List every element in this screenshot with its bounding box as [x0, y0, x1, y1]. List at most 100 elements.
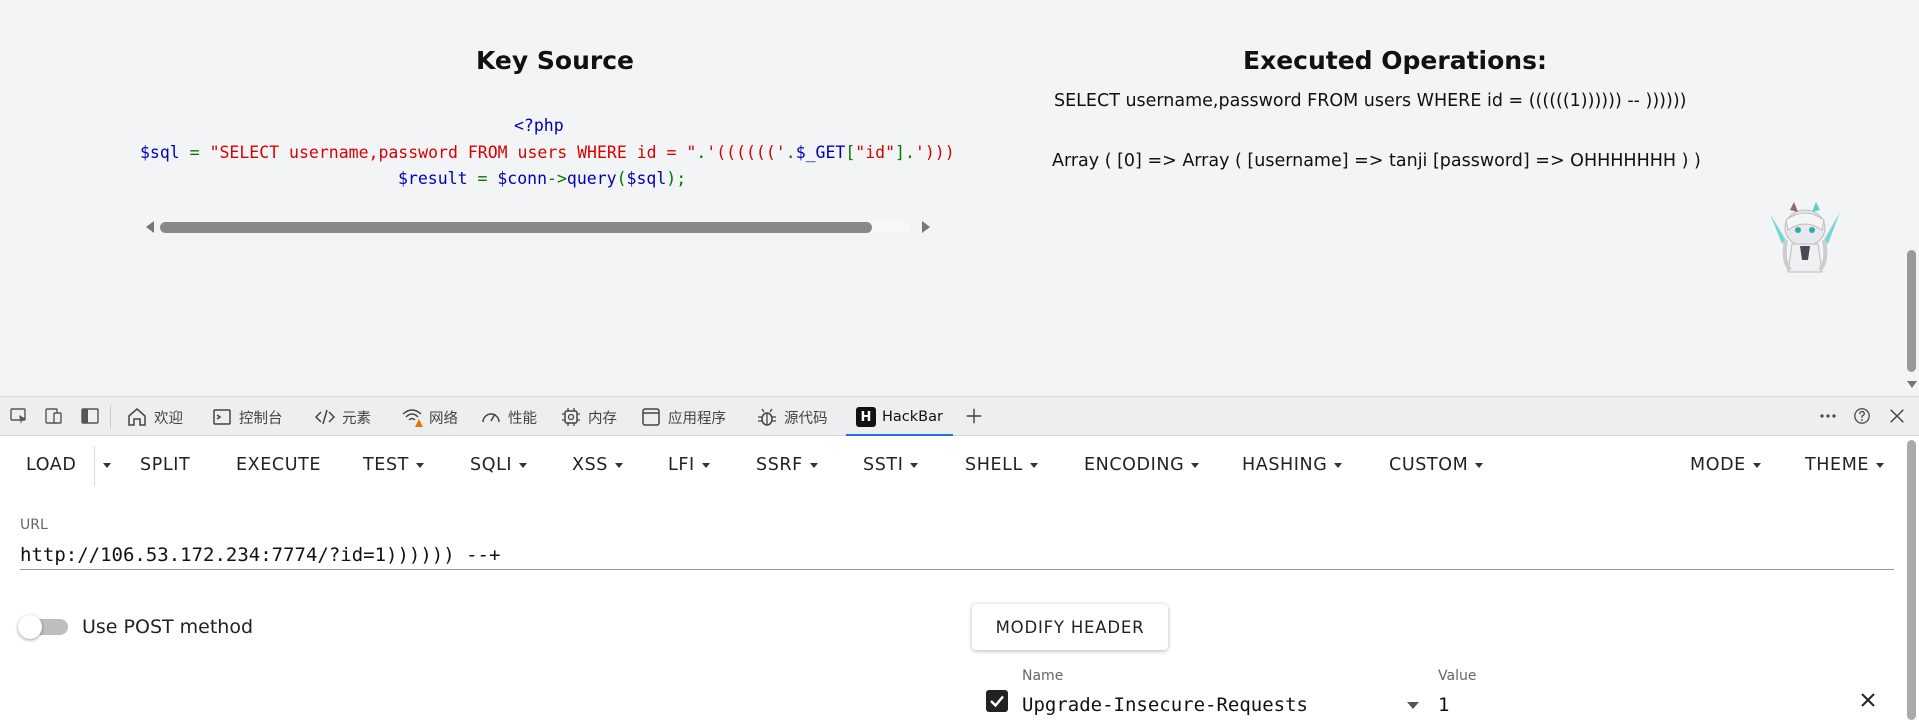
- header-name-label: Name: [1022, 668, 1064, 684]
- xss-menu[interactable]: XSS: [572, 455, 624, 475]
- url-input[interactable]: [20, 540, 1894, 570]
- load-options-chevron-down-icon[interactable]: [103, 463, 111, 468]
- chevron-down-icon: [809, 462, 818, 468]
- tab-network[interactable]: 网络: [395, 397, 464, 437]
- wifi-warning-icon: [402, 409, 423, 427]
- more-options-icon[interactable]: [1818, 407, 1838, 425]
- scroll-right-icon[interactable]: [922, 221, 930, 233]
- scroll-down-icon[interactable]: [1907, 381, 1917, 388]
- code-line-sql: $sql = "SELECT username,password FROM us…: [140, 143, 955, 162]
- theme-menu[interactable]: THEME: [1805, 455, 1885, 475]
- tab-memory[interactable]: 内存: [554, 397, 623, 437]
- bug-icon: [758, 408, 776, 426]
- toggle-knob: [18, 615, 42, 639]
- tab-label: 元素: [342, 410, 371, 427]
- chevron-down-icon: [1475, 462, 1484, 468]
- mode-menu[interactable]: MODE: [1690, 455, 1761, 475]
- load-button[interactable]: LOAD: [26, 455, 76, 475]
- hackbar-panel: LOAD SPLIT EXECUTE TEST SQLI XSS LFI SSR…: [0, 436, 1919, 723]
- tab-welcome[interactable]: 欢迎: [120, 397, 189, 437]
- code-token: );: [666, 169, 687, 188]
- scroll-left-icon[interactable]: [146, 221, 154, 233]
- encoding-menu[interactable]: ENCODING: [1084, 455, 1200, 475]
- chevron-down-icon: [701, 462, 710, 468]
- ssrf-label: SSRF: [756, 455, 803, 475]
- ssti-label: SSTI: [863, 455, 904, 475]
- tab-label: 应用程序: [668, 410, 726, 427]
- code-token: .: [904, 143, 915, 162]
- ssti-menu[interactable]: SSTI: [863, 455, 919, 475]
- tab-label: 控制台: [239, 410, 283, 427]
- executed-result-text: Array ( [0] => Array ( [username] => tan…: [1052, 151, 1701, 171]
- dock-side-icon[interactable]: [80, 407, 100, 425]
- shell-menu[interactable]: SHELL: [965, 455, 1038, 475]
- tab-label: 源代码: [784, 410, 828, 427]
- lfi-menu[interactable]: LFI: [668, 455, 710, 475]
- post-method-toggle[interactable]: [18, 615, 68, 639]
- close-devtools-icon[interactable]: [1887, 407, 1907, 425]
- executed-query-text: SELECT username,password FROM users WHER…: [1054, 91, 1687, 111]
- execute-button[interactable]: EXECUTE: [236, 455, 321, 475]
- tab-label: 欢迎: [154, 410, 183, 427]
- encoding-label: ENCODING: [1084, 455, 1185, 475]
- lfi-label: LFI: [668, 455, 695, 475]
- scroll-thumb[interactable]: [1907, 440, 1916, 720]
- tab-performance[interactable]: 性能: [474, 397, 543, 437]
- code-line-query: $result = $conn->query($sql);: [398, 169, 686, 188]
- add-tab-icon[interactable]: [964, 407, 984, 425]
- hashing-menu[interactable]: HASHING: [1242, 455, 1343, 475]
- header-name-field[interactable]: Upgrade-Insecure-Requests: [1022, 694, 1308, 716]
- tab-label: 内存: [588, 410, 617, 427]
- mode-label: MODE: [1690, 455, 1746, 475]
- hashing-label: HASHING: [1242, 455, 1328, 475]
- sqli-menu[interactable]: SQLI: [470, 455, 528, 475]
- inspect-element-icon[interactable]: [9, 407, 29, 425]
- modify-header-button[interactable]: MODIFY HEADER: [972, 604, 1168, 650]
- tab-label: HackBar: [882, 409, 943, 425]
- checkmark-icon: [990, 695, 1004, 708]
- help-icon[interactable]: [1852, 407, 1872, 425]
- chevron-down-icon: [415, 462, 424, 468]
- web-page: Key Source Executed Operations: <?php $s…: [0, 0, 1919, 396]
- scroll-thumb[interactable]: [160, 222, 872, 233]
- tab-label: 网络: [429, 410, 458, 427]
- hackbar-icon: H: [856, 407, 876, 427]
- tab-console[interactable]: 控制台: [205, 397, 289, 437]
- code-token: "SELECT username,password FROM users WHE…: [209, 143, 697, 162]
- chevron-down-icon: [519, 462, 528, 468]
- chevron-down-icon: [615, 462, 624, 468]
- remove-header-close-icon[interactable]: [1860, 692, 1876, 708]
- code-token: query: [566, 169, 617, 188]
- key-source-title: Key Source: [476, 46, 634, 75]
- code-token: ->: [547, 169, 567, 188]
- code-token: $result: [398, 169, 468, 188]
- code-token: [: [845, 143, 856, 162]
- divider: [110, 405, 111, 429]
- hackbar-menu: LOAD SPLIT EXECUTE TEST SQLI XSS LFI SSR…: [0, 436, 1904, 496]
- hackbar-vertical-scrollbar[interactable]: [1904, 436, 1919, 723]
- shell-label: SHELL: [965, 455, 1023, 475]
- custom-menu[interactable]: CUSTOM: [1389, 455, 1484, 475]
- header-name-chevron-down-icon[interactable]: [1407, 702, 1419, 709]
- test-menu[interactable]: TEST: [363, 455, 424, 475]
- tab-application[interactable]: 应用程序: [634, 397, 732, 437]
- test-label: TEST: [363, 455, 409, 475]
- chevron-down-icon: [1752, 462, 1761, 468]
- page-vertical-scrollbar[interactable]: [1904, 0, 1919, 396]
- header-value-field[interactable]: 1: [1438, 694, 1449, 716]
- ssrf-menu[interactable]: SSRF: [756, 455, 818, 475]
- code-horizontal-scrollbar[interactable]: [144, 216, 934, 236]
- tab-sources[interactable]: 源代码: [750, 397, 834, 437]
- header-enabled-checkbox[interactable]: [986, 690, 1008, 712]
- tab-hackbar[interactable]: H HackBar: [846, 397, 953, 437]
- code-token: ]: [895, 143, 905, 162]
- code-token: (: [616, 169, 627, 188]
- scroll-thumb[interactable]: [1907, 250, 1916, 372]
- tab-elements[interactable]: 元素: [308, 397, 377, 437]
- xss-label: XSS: [572, 455, 609, 475]
- chip-icon: [562, 408, 580, 426]
- split-button[interactable]: SPLIT: [140, 455, 190, 475]
- device-emulation-icon[interactable]: [44, 407, 64, 425]
- code-token: $_GET: [795, 143, 846, 162]
- code-token: '))): [914, 143, 955, 162]
